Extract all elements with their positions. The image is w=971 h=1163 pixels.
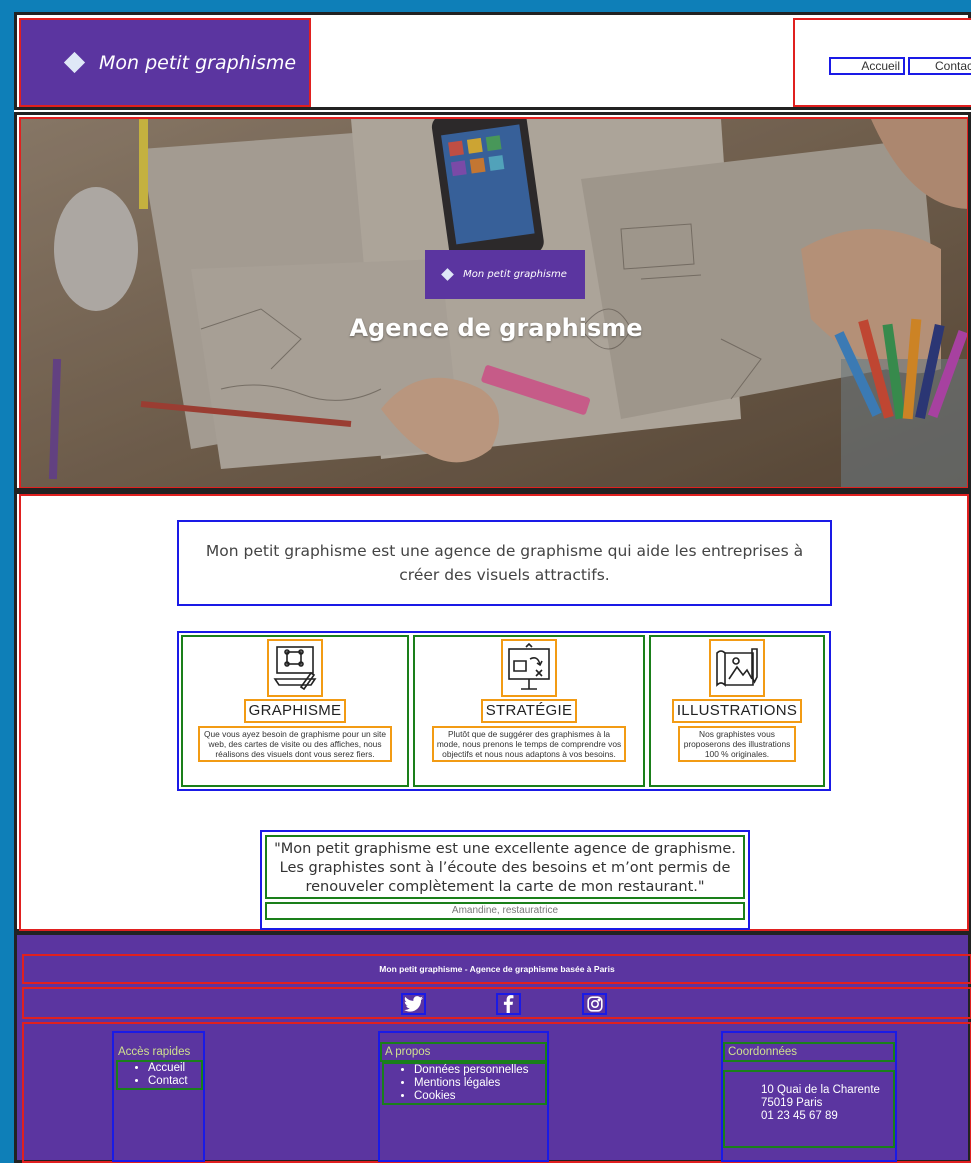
service-card-illustrations: ILLUSTRATIONS Nos graphistes vous propos… xyxy=(649,635,825,787)
footer-link-mentions-legales[interactable]: Mentions légales xyxy=(414,1077,500,1089)
brand-logo[interactable]: Mon petit graphisme xyxy=(19,18,311,107)
address-line-street: 10 Quai de la Charente xyxy=(761,1084,880,1096)
services-row: GRAPHISME Que vous ayez besoin de graphi… xyxy=(177,631,831,791)
footer-columns: Accès rapides Accueil Contact A propos D… xyxy=(22,1022,971,1163)
footer-address: 10 Quai de la Charente 75019 Paris 01 23… xyxy=(723,1070,895,1148)
hero-inner: Mon petit graphisme Agence de graphisme xyxy=(19,117,968,488)
page: Mon petit graphisme Accueil Contact xyxy=(14,12,971,1163)
hero-banner: Mon petit graphisme Agence de graphisme xyxy=(14,112,971,491)
nav-link-accueil[interactable]: Accueil xyxy=(829,57,905,75)
service-description-strategie: Plutôt que de suggérer des graphismes à … xyxy=(432,726,626,762)
list-item: Données personnelles xyxy=(414,1064,545,1077)
social-links xyxy=(22,987,971,1019)
twitter-icon[interactable] xyxy=(401,993,426,1015)
footer-column-title: A propos xyxy=(380,1042,547,1062)
instagram-icon[interactable] xyxy=(582,993,607,1015)
footer-tagline: Mon petit graphisme - Agence de graphism… xyxy=(22,954,971,984)
service-description-illustrations: Nos graphistes vous proposerons des illu… xyxy=(678,726,796,762)
main-nav: Accueil Contact xyxy=(793,18,971,107)
brand-name: Mon petit graphisme xyxy=(99,51,297,74)
footer-link-cookies[interactable]: Cookies xyxy=(414,1090,456,1102)
list-item: Contact xyxy=(148,1075,201,1088)
service-title-graphisme: GRAPHISME xyxy=(243,699,347,723)
list-item: Mentions légales xyxy=(414,1077,545,1090)
diamond-logo-icon xyxy=(441,268,455,281)
footer-column-about: A propos Données personnelles Mentions l… xyxy=(378,1031,549,1162)
nav-link-contact[interactable]: Contact xyxy=(908,57,971,75)
main-content: Mon petit graphisme est une agence de gr… xyxy=(14,491,971,932)
hero-brand-badge: Mon petit graphisme xyxy=(425,250,585,299)
list-item: Accueil xyxy=(148,1062,201,1075)
facebook-icon[interactable] xyxy=(496,993,521,1015)
site-header: Mon petit graphisme Accueil Contact xyxy=(14,12,971,110)
computer-design-icon xyxy=(267,639,323,697)
main-inner: Mon petit graphisme est une agence de gr… xyxy=(19,494,969,931)
service-card-graphisme: GRAPHISME Que vous ayez besoin de graphi… xyxy=(181,635,409,787)
footer-link-accueil[interactable]: Accueil xyxy=(148,1062,185,1074)
testimonial: "Mon petit graphisme est une excellente … xyxy=(260,830,750,930)
service-description-graphisme: Que vous ayez besoin de graphisme pour u… xyxy=(198,726,392,762)
phone-number: 01 23 45 67 89 xyxy=(761,1110,838,1122)
diamond-logo-icon xyxy=(63,51,86,74)
footer-column-quick-links: Accès rapides Accueil Contact xyxy=(112,1031,205,1162)
address-line-city: 75019 Paris xyxy=(761,1097,823,1109)
list-item: Cookies xyxy=(414,1090,545,1103)
footer-column-title: Coordonnées xyxy=(723,1042,895,1062)
illustration-map-icon xyxy=(709,639,765,697)
footer-link-list: Accueil Contact xyxy=(116,1060,203,1090)
hero-background-image xyxy=(21,119,967,487)
footer-column-title: Accès rapides xyxy=(118,1046,191,1058)
service-title-strategie: STRATÉGIE xyxy=(480,699,578,723)
strategy-board-icon xyxy=(501,639,557,697)
footer-link-contact[interactable]: Contact xyxy=(148,1075,188,1087)
intro-text: Mon petit graphisme est une agence de gr… xyxy=(177,520,832,606)
service-card-strategie: STRATÉGIE Plutôt que de suggérer des gra… xyxy=(413,635,645,787)
footer-column-contact: Coordonnées 10 Quai de la Charente 75019… xyxy=(721,1031,897,1162)
testimonial-quote: "Mon petit graphisme est une excellente … xyxy=(265,835,745,899)
service-title-illustrations: ILLUSTRATIONS xyxy=(671,699,803,723)
footer-link-list: Données personnelles Mentions légales Co… xyxy=(382,1062,547,1105)
hero-title: Agence de graphisme xyxy=(349,314,643,342)
testimonial-author: Amandine, restauratrice xyxy=(265,902,745,920)
hero-brand-name: Mon petit graphisme xyxy=(463,269,567,280)
site-footer: Mon petit graphisme - Agence de graphism… xyxy=(14,932,971,1163)
footer-link-donnees-personnelles[interactable]: Données personnelles xyxy=(414,1064,528,1076)
